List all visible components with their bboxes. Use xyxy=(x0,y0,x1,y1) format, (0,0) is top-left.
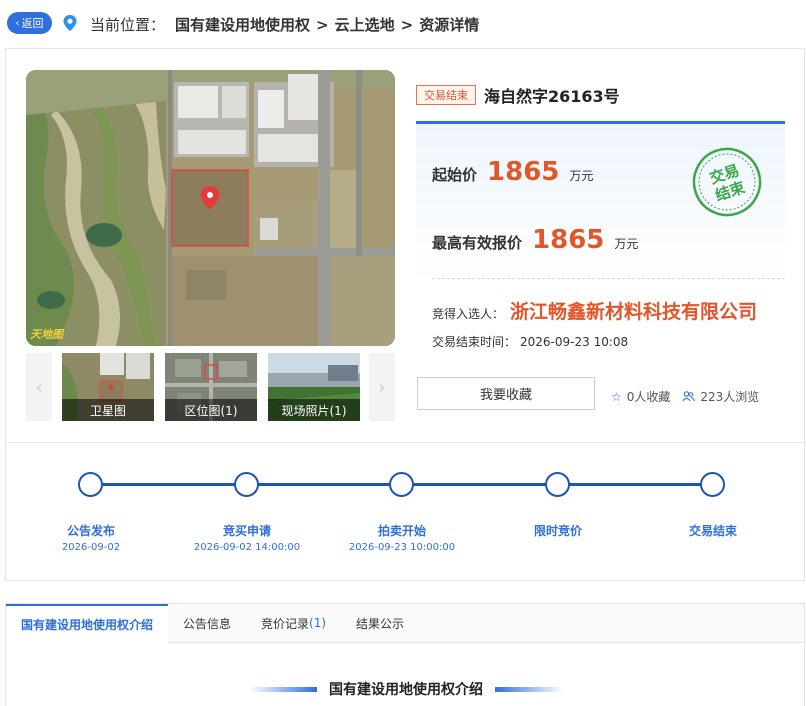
media-thumbnails: ‹ 卫星图 区位图(1) 现场照片(1) › xyxy=(26,353,395,423)
thumbnail-caption: 区位图(1) xyxy=(165,399,257,421)
timeline-node xyxy=(700,472,725,497)
section-divider xyxy=(6,442,804,443)
tab-label: 国有建设用地使用权介绍 xyxy=(21,618,154,632)
tab-bid-records[interactable]: 竞价记录 (1) xyxy=(246,604,341,642)
end-time-row: 交易结束时间： 2026-09-23 10:08 xyxy=(432,333,628,350)
chevron-right-icon: › xyxy=(378,376,386,398)
winner-label: 竞得入选人： xyxy=(432,307,505,321)
start-price-unit: 万元 xyxy=(569,169,594,183)
back-button-label: 返回 xyxy=(21,17,44,30)
winner-name: 浙江畅鑫新材料科技有限公司 xyxy=(510,301,758,323)
heading-decoration xyxy=(249,686,317,692)
timeline-step-label: 限时竞价 xyxy=(533,524,582,538)
satellite-map[interactable]: 天地图 xyxy=(26,70,395,346)
tab-count: (1) xyxy=(309,616,327,630)
timeline-step-date: 2026-09-02 14:00:00 xyxy=(193,542,301,553)
thumbnail-location[interactable]: 区位图(1) xyxy=(165,353,257,421)
breadcrumb-bar: ‹ 返回 当前位置： 国有建设用地使用权 > 云上选地 > 资源详情 xyxy=(0,0,806,48)
top-bid-label: 最高有效报价 xyxy=(432,234,523,252)
start-price-value: 1865 xyxy=(487,157,560,187)
map-watermark: 天地图 xyxy=(30,328,63,341)
top-bid-value: 1865 xyxy=(532,225,605,255)
divider xyxy=(432,278,785,279)
tab-content: 国有建设用地使用权介绍 xyxy=(5,643,805,706)
views-count: 223人浏览 xyxy=(700,390,760,404)
tab-land-rights-intro[interactable]: 国有建设用地使用权介绍 xyxy=(6,604,169,643)
back-button[interactable]: ‹ 返回 xyxy=(7,12,52,34)
section-heading: 国有建设用地使用权介绍 xyxy=(6,679,806,699)
thumbnail-satellite[interactable]: 卫星图 xyxy=(62,353,154,421)
location-pin-icon xyxy=(63,15,77,31)
breadcrumb-separator: > xyxy=(400,15,414,34)
price-panel: 起始价 1865 万元 最高有效报价 1865 万元 交易 结束 xyxy=(416,121,785,283)
favorites-count: 0人收藏 xyxy=(626,390,671,404)
heading-decoration xyxy=(495,686,563,692)
thumbnail-next-button[interactable]: › xyxy=(369,353,395,421)
timeline-step-label: 竞买申请 xyxy=(222,524,271,538)
thumbnail-site-photo[interactable]: 现场照片(1) xyxy=(268,353,360,421)
breadcrumb-item-cloud-site[interactable]: 云上选地 xyxy=(335,14,395,35)
timeline-step-label: 公告发布 xyxy=(66,524,115,538)
star-icon: ☆ xyxy=(611,389,622,404)
end-time-value: 2026-09-23 10:08 xyxy=(520,335,629,349)
detail-tabs: 国有建设用地使用权介绍 公告信息 竞价记录 (1) 结果公示 xyxy=(5,603,805,643)
thumbnail-caption: 卫星图 xyxy=(62,399,154,421)
status-badge: 交易结束 xyxy=(416,85,476,105)
timeline-node xyxy=(234,472,259,497)
timeline-node xyxy=(389,472,414,497)
tab-label: 竞价记录 xyxy=(261,616,310,631)
lot-title: 海自然字26163号 xyxy=(484,87,620,106)
favorite-button[interactable]: 我要收藏 xyxy=(417,377,595,410)
satellite-map-image xyxy=(26,70,395,346)
location-label: 当前位置： xyxy=(90,16,166,34)
start-price-label: 起始价 xyxy=(432,166,478,184)
chevron-left-icon: ‹ xyxy=(35,376,43,398)
section-title: 国有建设用地使用权介绍 xyxy=(329,682,483,698)
timeline-step-label: 交易结束 xyxy=(688,524,737,538)
tab-label: 结果公示 xyxy=(356,616,405,631)
breadcrumb: 当前位置： 国有建设用地使用权 > 云上选地 > 资源详情 xyxy=(90,14,479,35)
timeline-node xyxy=(78,472,103,497)
thumbnail-prev-button[interactable]: ‹ xyxy=(26,353,52,421)
tab-announcement[interactable]: 公告信息 xyxy=(168,604,246,642)
timeline-node xyxy=(545,472,570,497)
tab-results[interactable]: 结果公示 xyxy=(341,604,419,642)
resource-detail-card: 天地图 ‹ 卫星图 区位图(1) 现场照片(1) › 交易结束 海自然字2616… xyxy=(5,48,805,581)
breadcrumb-item-resource-detail: 资源详情 xyxy=(419,16,480,34)
engagement-stats: ☆ 0人收藏 223人浏览 xyxy=(611,388,759,405)
top-bid-row: 最高有效报价 1865 万元 xyxy=(432,225,638,255)
timeline-step-date: 2026-09-02 xyxy=(61,542,121,553)
timeline-step-date: 2026-09-23 10:00:00 xyxy=(348,542,456,553)
breadcrumb-separator: > xyxy=(316,15,329,34)
winner-row: 竞得入选人： 浙江畅鑫新材料科技有限公司 xyxy=(432,297,757,324)
breadcrumb-item-land-rights[interactable]: 国有建设用地使用权 xyxy=(175,14,310,35)
end-time-label: 交易结束时间： xyxy=(432,335,517,349)
users-icon xyxy=(682,391,696,402)
start-price-row: 起始价 1865 万元 xyxy=(432,157,593,187)
thumbnail-caption: 现场照片(1) xyxy=(268,399,360,421)
tab-label: 公告信息 xyxy=(183,616,232,631)
chevron-left-icon: ‹ xyxy=(15,17,20,29)
timeline-step-label: 拍卖开始 xyxy=(377,524,426,538)
deal-closed-stamp: 交易 结束 xyxy=(692,147,762,217)
top-bid-unit: 万元 xyxy=(614,237,639,251)
